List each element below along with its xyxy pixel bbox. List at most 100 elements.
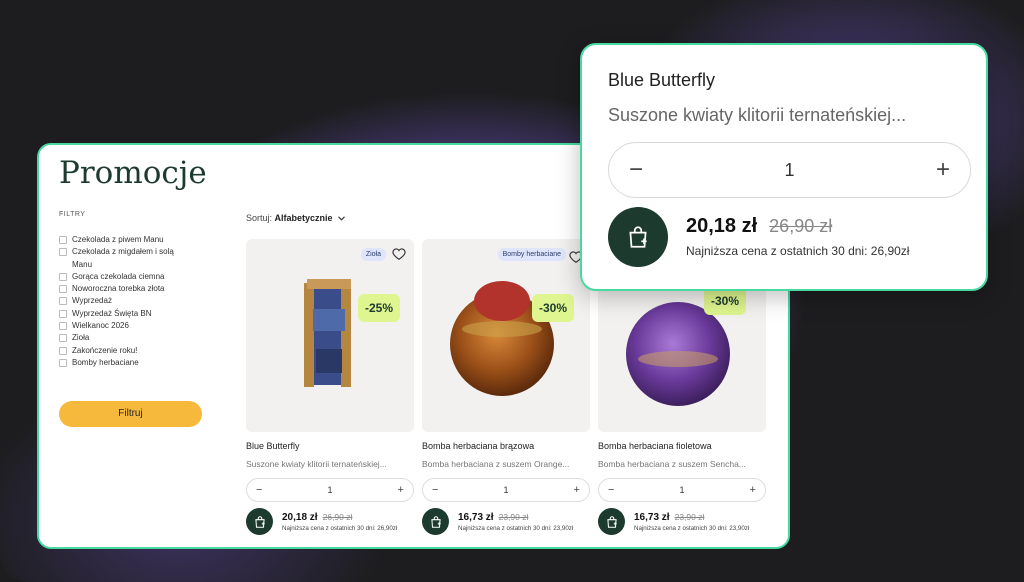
shopping-bag-icon bbox=[629, 226, 647, 248]
current-price: 16,73 zł bbox=[634, 511, 670, 523]
heart-icon[interactable] bbox=[392, 247, 406, 261]
filter-item[interactable]: Czekolada z piwem Manu bbox=[59, 234, 199, 246]
checkbox[interactable] bbox=[59, 346, 67, 355]
old-price: 23,90 zł bbox=[674, 511, 705, 522]
tea-bomb-brown-image bbox=[450, 281, 554, 396]
product-image[interactable]: Zioła -25% bbox=[246, 239, 414, 432]
product-description: Bomba herbaciana z suszem Orange... bbox=[422, 459, 570, 469]
zoom-quantity-stepper: − 1 + bbox=[608, 142, 971, 198]
sort-value: Alfabetycznie bbox=[274, 213, 333, 223]
chevron-down-icon bbox=[338, 214, 345, 223]
lowest-price-note: Najniższa cena z ostatnich 30 dni: 23,90… bbox=[634, 524, 750, 532]
zoom-product-name[interactable]: Blue Butterfly bbox=[608, 70, 715, 91]
filter-label: Bomby herbaciane bbox=[72, 357, 139, 367]
filter-item[interactable]: Noworoczna torebka złota bbox=[59, 283, 199, 295]
filter-label: Zakończenie roku! bbox=[72, 345, 138, 355]
discount-badge: -30% bbox=[532, 294, 574, 322]
quantity-value[interactable]: 1 bbox=[784, 160, 794, 181]
filter-item[interactable]: Bomby herbaciane bbox=[59, 357, 199, 369]
checkbox[interactable] bbox=[59, 297, 67, 306]
price-info: 16,73 zł 23,90 zł Najniższa cena z ostat… bbox=[634, 512, 749, 532]
checkbox[interactable] bbox=[59, 322, 67, 331]
filter-item[interactable]: Gorąca czekolada ciemna bbox=[59, 271, 199, 283]
plus-button[interactable]: + bbox=[936, 156, 950, 184]
minus-button[interactable]: − bbox=[629, 156, 643, 184]
tea-package-image bbox=[304, 279, 351, 387]
checkbox[interactable] bbox=[59, 236, 67, 244]
quantity-value[interactable]: 1 bbox=[679, 485, 684, 495]
filters-label: FILTRY bbox=[59, 211, 86, 218]
filter-label: Gorąca czekolada ciemna bbox=[72, 271, 165, 281]
filter-item[interactable]: Wielkanoc 2026 bbox=[59, 320, 199, 332]
quantity-stepper: − 1 + bbox=[598, 478, 766, 502]
filter-item[interactable]: Zioła bbox=[59, 332, 199, 344]
discount-badge: -30% bbox=[704, 287, 746, 315]
checkbox[interactable] bbox=[59, 309, 67, 318]
add-to-cart-button[interactable] bbox=[608, 207, 668, 267]
filter-label: Wyprzedaż Święta BN bbox=[72, 308, 152, 318]
add-to-cart-button[interactable] bbox=[598, 508, 625, 535]
old-price: 26,90 zł bbox=[769, 216, 833, 236]
product-zoom-card: Blue Butterfly Suszone kwiaty klitorii t… bbox=[580, 43, 988, 291]
filter-item[interactable]: Wyprzedaż Święta BN bbox=[59, 308, 199, 320]
add-to-cart-button[interactable] bbox=[246, 508, 273, 535]
filter-list: Czekolada z piwem Manu Czekolada z migda… bbox=[59, 234, 199, 369]
sort-dropdown[interactable]: Sortuj: Alfabetycznie bbox=[246, 213, 345, 223]
filter-label: Noworoczna torebka złota bbox=[72, 284, 165, 294]
product-card[interactable]: Bomby herbaciane -30% Bomba herbaciana b… bbox=[422, 239, 590, 535]
quantity-value[interactable]: 1 bbox=[327, 485, 332, 495]
minus-button[interactable]: − bbox=[608, 484, 614, 496]
lowest-price-note: Najniższa cena z ostatnich 30 dni: 26,90… bbox=[282, 524, 398, 532]
product-card[interactable]: Zioła -25% Blue Butterfly Suszone kwiaty… bbox=[246, 239, 414, 535]
price-info: 20,18 zł 26,90 zł Najniższa cena z ostat… bbox=[282, 512, 397, 532]
add-to-cart-button[interactable] bbox=[422, 508, 449, 535]
old-price: 23,90 zł bbox=[498, 511, 529, 522]
checkbox[interactable] bbox=[59, 285, 67, 294]
zoom-product-description: Suszone kwiaty klitorii ternateńskiej... bbox=[608, 105, 907, 125]
sort-label: Sortuj: bbox=[246, 213, 273, 223]
discount-badge: -25% bbox=[358, 294, 400, 322]
filter-label: Czekolada z piwem Manu bbox=[72, 235, 164, 244]
page-title: Promocje bbox=[59, 155, 207, 191]
lowest-price-note: Najniższa cena z ostatnich 30 dni: 23,90… bbox=[458, 524, 574, 532]
product-description: Bomba herbaciana z suszem Sencha... bbox=[598, 459, 746, 469]
current-price: 16,73 zł bbox=[458, 511, 494, 523]
filter-item[interactable]: Zakończenie roku! bbox=[59, 345, 199, 357]
filter-item[interactable]: Wyprzedaż bbox=[59, 295, 199, 307]
quantity-stepper: − 1 + bbox=[422, 478, 590, 502]
filter-item[interactable]: Czekolada z migdałem i solą Manu bbox=[59, 246, 199, 271]
old-price: 26,90 zł bbox=[322, 511, 353, 522]
filter-label: Wielkanoc 2026 bbox=[72, 321, 129, 331]
plus-button[interactable]: + bbox=[750, 484, 756, 496]
shopping-bag-icon bbox=[606, 515, 617, 528]
current-price: 20,18 zł bbox=[282, 511, 318, 523]
quantity-stepper: − 1 + bbox=[246, 478, 414, 502]
price-info: 16,73 zł 23,90 zł Najniższa cena z ostat… bbox=[458, 512, 573, 532]
category-tag: Zioła bbox=[360, 248, 386, 261]
checkbox[interactable] bbox=[59, 334, 67, 343]
quantity-value[interactable]: 1 bbox=[503, 485, 508, 495]
checkbox[interactable] bbox=[59, 248, 67, 257]
checkbox[interactable] bbox=[59, 358, 67, 367]
lowest-price-note: Najniższa cena z ostatnich 30 dni: 26,90… bbox=[686, 244, 910, 258]
zoom-price-line: 20,18 zł 26,90 zł bbox=[686, 215, 832, 238]
checkbox[interactable] bbox=[59, 272, 67, 281]
product-name[interactable]: Blue Butterfly bbox=[246, 441, 414, 451]
price-row: 20,18 zł 26,90 zł Najniższa cena z ostat… bbox=[246, 508, 414, 535]
price-row: 16,73 zł 23,90 zł Najniższa cena z ostat… bbox=[422, 508, 590, 535]
minus-button[interactable]: − bbox=[256, 484, 262, 496]
filter-button[interactable]: Filtruj bbox=[59, 401, 202, 427]
current-price: 20,18 zł bbox=[686, 215, 758, 237]
plus-button[interactable]: + bbox=[574, 484, 580, 496]
shopping-bag-icon bbox=[430, 515, 441, 528]
shopping-bag-icon bbox=[254, 515, 265, 528]
filter-label: Wyprzedaż bbox=[72, 296, 112, 306]
product-name[interactable]: Bomba herbaciana brązowa bbox=[422, 441, 590, 451]
product-image[interactable]: Bomby herbaciane -30% bbox=[422, 239, 590, 432]
product-name[interactable]: Bomba herbaciana fioletowa bbox=[598, 441, 766, 451]
filter-label: Zioła bbox=[72, 333, 90, 343]
minus-button[interactable]: − bbox=[432, 484, 438, 496]
price-row: 16,73 zł 23,90 zł Najniższa cena z ostat… bbox=[598, 508, 766, 535]
filter-label: Czekolada z migdałem i solą Manu bbox=[72, 247, 174, 269]
plus-button[interactable]: + bbox=[398, 484, 404, 496]
